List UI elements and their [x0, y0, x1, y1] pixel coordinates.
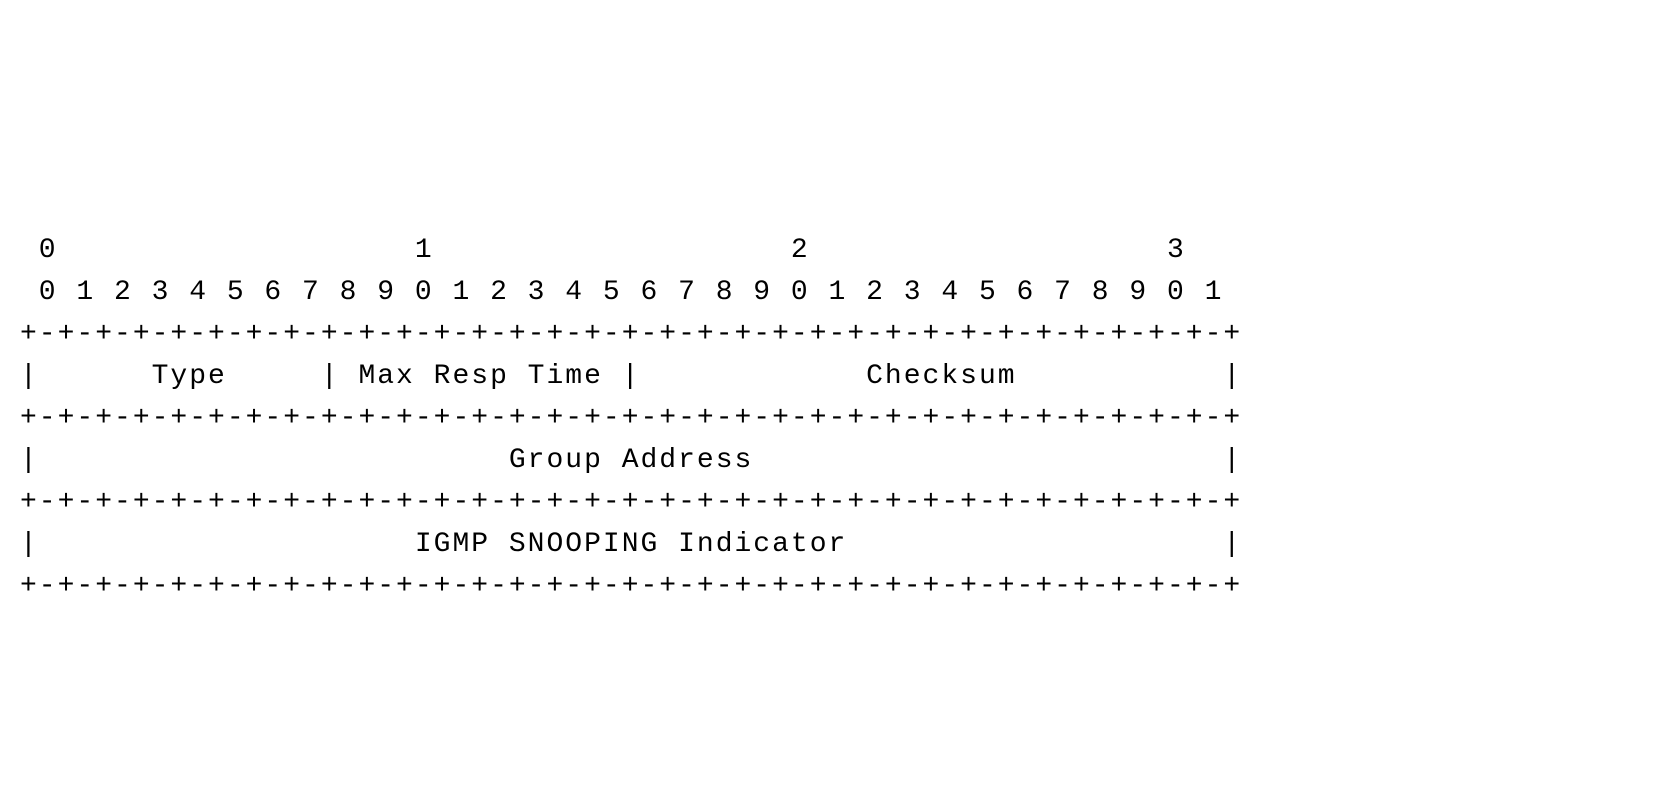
packet-diagram: 0 1 2 3 0 1 2 3 4 5 6 7 8 9 0 1 2 3 4 5 …: [20, 188, 1242, 608]
bit-ruler-tens: 0 1 2 3: [20, 235, 1186, 266]
border-top: +-+-+-+-+-+-+-+-+-+-+-+-+-+-+-+-+-+-+-+-…: [20, 319, 1242, 350]
border-bottom: +-+-+-+-+-+-+-+-+-+-+-+-+-+-+-+-+-+-+-+-…: [20, 571, 1242, 602]
row-igmp-snooping: | IGMP SNOOPING Indicator |: [20, 529, 1242, 560]
row-type-maxresp-checksum: | Type | Max Resp Time | Checksum |: [20, 361, 1242, 392]
row-group-address: | Group Address |: [20, 445, 1242, 476]
border-mid-1: +-+-+-+-+-+-+-+-+-+-+-+-+-+-+-+-+-+-+-+-…: [20, 403, 1242, 434]
bit-ruler-units: 0 1 2 3 4 5 6 7 8 9 0 1 2 3 4 5 6 7 8 9 …: [20, 277, 1223, 308]
border-mid-2: +-+-+-+-+-+-+-+-+-+-+-+-+-+-+-+-+-+-+-+-…: [20, 487, 1242, 518]
